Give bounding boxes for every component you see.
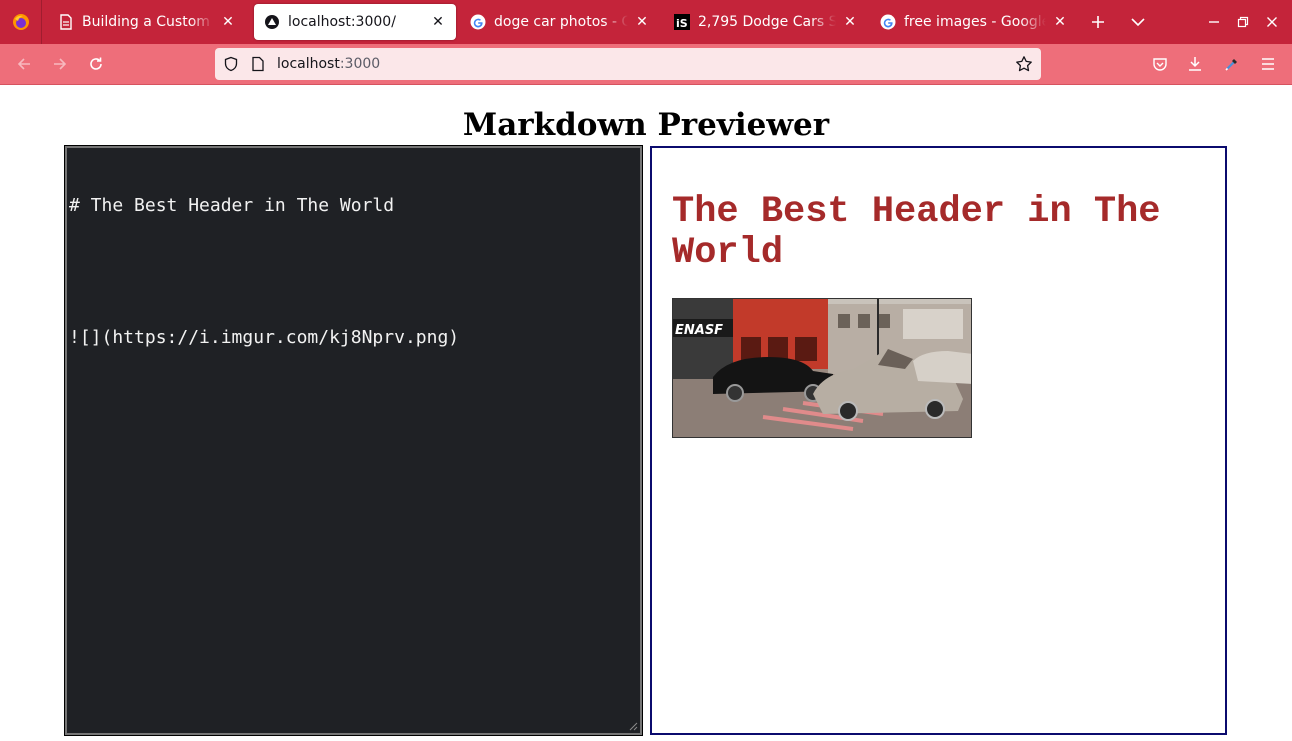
app-menu-button[interactable] xyxy=(1254,50,1282,78)
tab-title: 2,795 Dodge Cars Stock Photos xyxy=(698,14,836,30)
pocket-button[interactable] xyxy=(1146,50,1174,78)
editor-line: # The Best Header in The World xyxy=(69,195,395,216)
minimize-icon xyxy=(1209,21,1219,23)
nextjs-icon xyxy=(264,14,280,30)
page-icon[interactable] xyxy=(251,56,265,72)
restore-button[interactable] xyxy=(1229,8,1257,36)
google-icon xyxy=(470,14,486,30)
istock-icon: iS xyxy=(674,14,690,30)
download-icon xyxy=(1189,57,1201,71)
tab-strip: Building a Custom Markdown Previewer ✕ l… xyxy=(0,0,1292,44)
lowrider-cars-photo: ENASF xyxy=(673,299,971,437)
url-port: :3000 xyxy=(339,56,381,72)
star-icon[interactable] xyxy=(1015,55,1033,73)
tab-title: free images - Google Search xyxy=(904,14,1046,30)
chevron-down-icon xyxy=(1131,18,1145,27)
svg-text:iS: iS xyxy=(676,17,688,30)
tab-doge-car-photos[interactable]: doge car photos - Google Search ✕ xyxy=(460,4,660,40)
minimize-button[interactable] xyxy=(1200,8,1228,36)
tab-localhost[interactable]: localhost:3000/ ✕ xyxy=(254,4,456,40)
tab-dodge-cars-stock[interactable]: iS 2,795 Dodge Cars Stock Photos ✕ xyxy=(664,4,868,40)
arrow-right-icon xyxy=(54,58,67,70)
close-window-button[interactable] xyxy=(1258,8,1286,36)
address-bar[interactable]: localhost:3000 xyxy=(215,48,1041,80)
tab-custom-markdown[interactable]: Building a Custom Markdown Previewer ✕ xyxy=(48,4,246,40)
list-all-tabs-button[interactable] xyxy=(1122,6,1154,38)
firefox-menu-button[interactable] xyxy=(0,0,42,44)
page-title: Markdown Previewer xyxy=(462,107,830,143)
close-icon[interactable]: ✕ xyxy=(842,14,858,30)
markdown-preview-pane: The Best Header in The World ENASF xyxy=(650,146,1227,735)
hamburger-menu-icon xyxy=(1262,58,1274,70)
back-button[interactable] xyxy=(10,50,38,78)
new-tab-button[interactable] xyxy=(1082,6,1114,38)
arrow-left-icon xyxy=(17,58,30,70)
forward-button[interactable] xyxy=(46,50,74,78)
resize-handle-icon[interactable] xyxy=(628,721,638,731)
pocket-icon xyxy=(1153,58,1167,71)
tab-title: doge car photos - Google Search xyxy=(494,14,628,30)
close-icon[interactable]: ✕ xyxy=(634,14,650,30)
preview-image: ENASF xyxy=(672,298,972,438)
tab-free-images[interactable]: free images - Google Search ✕ xyxy=(870,4,1078,40)
close-icon[interactable]: ✕ xyxy=(1052,14,1068,30)
url-host: localhost xyxy=(277,56,340,72)
reload-icon xyxy=(90,57,102,70)
reload-button[interactable] xyxy=(82,50,110,78)
eyedropper-icon xyxy=(1225,59,1237,71)
plus-icon xyxy=(1092,16,1104,28)
shield-icon[interactable] xyxy=(223,56,239,72)
preview-heading: The Best Header in The World xyxy=(672,191,1161,274)
google-icon xyxy=(880,14,896,30)
tab-title: Building a Custom Markdown Previewer xyxy=(82,14,214,30)
document-icon xyxy=(58,14,74,30)
extension-button[interactable] xyxy=(1218,50,1246,78)
restore-icon xyxy=(1237,16,1249,28)
close-icon[interactable]: ✕ xyxy=(430,14,446,30)
close-icon xyxy=(1267,17,1277,27)
tab-title: localhost:3000/ xyxy=(288,14,396,30)
editor-line: ![](https://i.imgur.com/kj8Nprv.png) xyxy=(69,327,460,348)
navigation-toolbar: localhost:3000 xyxy=(0,44,1292,85)
downloads-button[interactable] xyxy=(1181,50,1209,78)
firefox-icon xyxy=(12,14,29,30)
svg-text:ENASF: ENASF xyxy=(675,323,723,338)
markdown-editor-textarea[interactable]: # The Best Header in The World ![](https… xyxy=(64,145,643,736)
close-icon[interactable]: ✕ xyxy=(220,14,236,30)
url-text[interactable]: localhost:3000 xyxy=(277,48,380,80)
